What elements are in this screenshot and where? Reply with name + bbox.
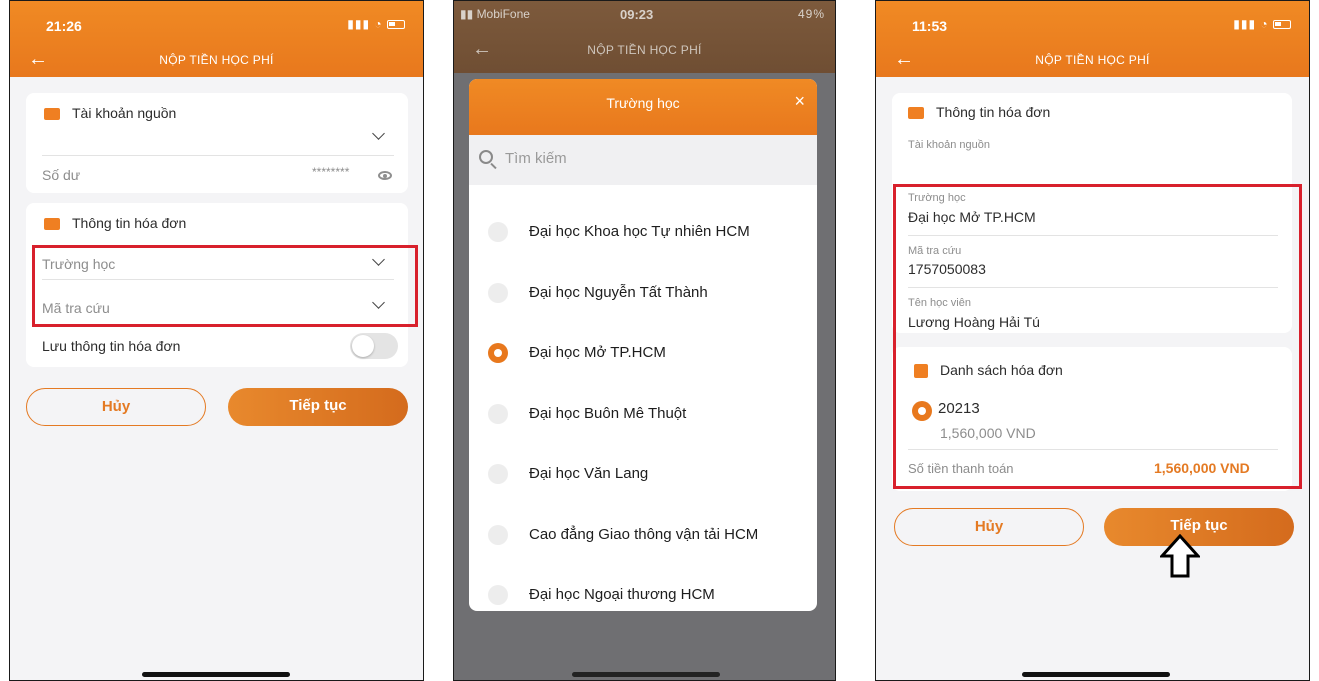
close-icon[interactable]: × xyxy=(794,91,805,112)
school-option-label: Cao đẳng Giao thông vận tải HCM xyxy=(529,525,759,543)
home-indicator xyxy=(572,672,720,677)
school-option[interactable]: Đại học Nguyễn Tất Thành xyxy=(469,273,817,313)
school-option[interactable]: Đại học Ngoại thương HCM xyxy=(469,575,817,611)
status-time: 09:23 xyxy=(620,7,654,22)
eye-icon[interactable] xyxy=(378,171,392,180)
source-account-label: Tài khoản nguồn xyxy=(908,139,990,151)
balance-value: ******** xyxy=(312,165,350,179)
continue-button[interactable]: Tiếp tục xyxy=(228,388,408,426)
radio-icon[interactable] xyxy=(488,282,508,303)
status-icons: ▮▮▮ ◔ xyxy=(347,17,405,31)
radio-icon[interactable] xyxy=(488,403,508,424)
divider xyxy=(42,155,394,156)
signal-icon: ▮▮ xyxy=(460,7,474,21)
school-option-label: Đại học Ngoại thương HCM xyxy=(529,586,715,603)
school-option[interactable]: Đại học Buôn Mê Thuột xyxy=(469,394,817,434)
receipt-icon xyxy=(44,218,60,231)
carrier-name: MobiFone xyxy=(476,7,530,21)
card-icon xyxy=(44,108,60,121)
search-placeholder: Tìm kiếm xyxy=(505,150,567,167)
save-invoice-label: Lưu thông tin hóa đơn xyxy=(42,338,181,354)
wifi-icon: ◔ xyxy=(374,17,383,31)
school-option-label: Đại học Nguyễn Tất Thành xyxy=(529,283,708,301)
radio-icon[interactable] xyxy=(488,222,508,242)
search-icon xyxy=(479,150,493,164)
source-account-card: Tài khoản nguồn Số dư ******** xyxy=(26,93,408,193)
radio-icon[interactable] xyxy=(488,464,508,484)
signal-icon: ▮▮▮ xyxy=(347,17,371,31)
school-option[interactable]: Cao đẳng Giao thông vận tải HCM xyxy=(469,515,817,555)
app-header: 11:53 ▮▮▮ ◔ ← NỘP TIỀN HỌC PHÍ xyxy=(876,1,1309,77)
source-account-label: Tài khoản nguồn xyxy=(72,105,177,121)
status-time: 11:53 xyxy=(912,18,948,34)
highlight-box xyxy=(893,184,1302,489)
receipt-icon xyxy=(908,107,924,120)
battery-icon xyxy=(387,20,405,30)
cancel-button[interactable]: Hủy xyxy=(26,388,206,426)
page-title: NỘP TIỀN HỌC PHÍ xyxy=(1035,53,1150,67)
invoice-info-title: Thông tin hóa đơn xyxy=(908,104,1050,120)
home-indicator xyxy=(142,672,290,677)
highlight-box xyxy=(32,245,418,327)
arrow-up-icon xyxy=(1160,534,1200,578)
phone-screen-3: 11:53 ▮▮▮ ◔ ← NỘP TIỀN HỌC PHÍ Thông tin… xyxy=(875,0,1310,681)
status-time: 21:26 xyxy=(46,18,82,34)
invoice-info-label: Thông tin hóa đơn xyxy=(72,215,187,231)
wifi-icon: ◔ xyxy=(1260,17,1269,31)
status-icons: ▮▮▮ ◔ xyxy=(1233,17,1291,31)
modal-title: Trường học xyxy=(606,95,680,111)
school-picker-modal: Trường học × Tìm kiếm Đại học Khoa học T… xyxy=(469,79,817,611)
home-indicator xyxy=(1022,672,1170,677)
page-title: NỘP TIỀN HỌC PHÍ xyxy=(159,53,274,67)
modal-header: Trường học × xyxy=(469,79,817,135)
signal-icon: ▮▮▮ xyxy=(1233,17,1257,31)
school-option[interactable]: Đại học Mở TP.HCM xyxy=(469,333,817,373)
battery-icon xyxy=(1273,20,1291,30)
phone-screen-2: ▮▮ MobiFone 09:23 49% ← NỘP TIỀN HỌC PHÍ… xyxy=(453,0,836,681)
phone-screen-1: 21:26 ▮▮▮ ◔ ← NỘP TIỀN HỌC PHÍ Tài khoản… xyxy=(9,0,424,681)
invoice-info-title: Thông tin hóa đơn xyxy=(44,215,186,231)
tutorial-collage: 21:26 ▮▮▮ ◔ ← NỘP TIỀN HỌC PHÍ Tài khoản… xyxy=(0,0,1319,681)
school-option-label: Đại học Văn Lang xyxy=(529,465,649,482)
invoice-info-label: Thông tin hóa đơn xyxy=(936,104,1051,120)
app-header: 21:26 ▮▮▮ ◔ ← NỘP TIỀN HỌC PHÍ xyxy=(10,1,423,77)
chevron-down-icon[interactable] xyxy=(372,127,385,140)
school-option-label: Đại học Buôn Mê Thuột xyxy=(529,404,687,422)
page-title: NỘP TIỀN HỌC PHÍ xyxy=(587,43,702,57)
balance-label: Số dư xyxy=(42,167,81,183)
save-invoice-toggle[interactable] xyxy=(350,333,398,359)
search-input[interactable]: Tìm kiếm xyxy=(469,135,817,185)
app-header: ▮▮ MobiFone 09:23 49% ← NỘP TIỀN HỌC PHÍ xyxy=(454,1,835,73)
school-option[interactable]: Đại học Khoa học Tự nhiên HCM xyxy=(469,212,817,252)
carrier-label: ▮▮ MobiFone xyxy=(460,7,530,21)
school-option[interactable]: Đại học Văn Lang xyxy=(469,454,817,494)
source-account-title: Tài khoản nguồn xyxy=(44,105,176,121)
battery-label: 49% xyxy=(797,7,825,21)
school-option-label: Đại học Khoa học Tự nhiên HCM xyxy=(529,223,750,240)
school-option-label: Đại học Mở TP.HCM xyxy=(529,344,666,361)
radio-icon[interactable] xyxy=(488,585,508,605)
radio-icon[interactable] xyxy=(488,343,508,363)
radio-icon[interactable] xyxy=(488,524,508,545)
cancel-button[interactable]: Hủy xyxy=(894,508,1084,546)
